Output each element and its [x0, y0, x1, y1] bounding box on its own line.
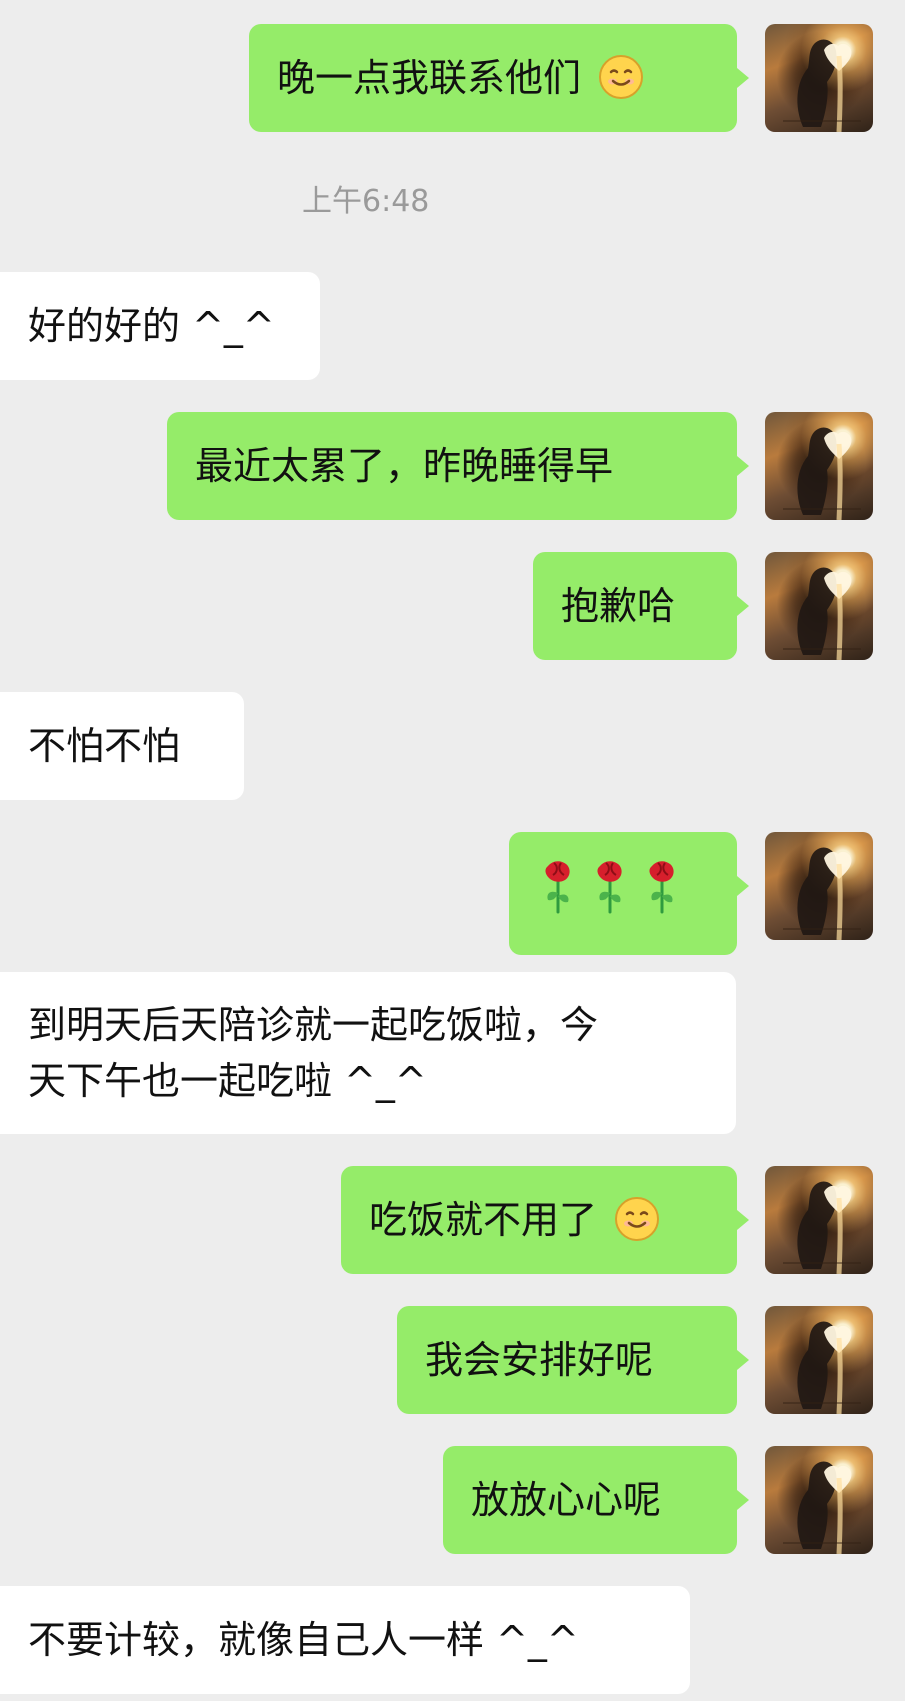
user-avatar[interactable]	[765, 24, 873, 132]
message-bubble[interactable]: 不要计较，就像自己人一样 ^_^	[0, 1586, 690, 1694]
message-bubble[interactable]: 晚一点我联系他们	[249, 24, 749, 132]
user-avatar[interactable]	[765, 412, 873, 520]
message-bubble[interactable]	[509, 832, 749, 955]
message-bubble[interactable]: 不怕不怕	[0, 692, 244, 800]
rose-emoji-group	[537, 858, 683, 914]
smiling-face-icon	[613, 1195, 661, 1243]
message-row-incoming: 到明天后天陪诊就一起吃饭啦，今 天下午也一起吃啦 ^_^	[0, 972, 905, 1134]
smiling-face-icon	[597, 53, 645, 101]
message-row-outgoing: 吃饭就不用了	[0, 1166, 905, 1274]
message-row-outgoing: 晚一点我联系他们	[0, 24, 905, 132]
user-avatar[interactable]	[765, 1306, 873, 1414]
message-bubble[interactable]: 吃饭就不用了	[341, 1166, 749, 1274]
message-row-outgoing: 抱歉哈	[0, 552, 905, 660]
user-avatar[interactable]	[765, 1166, 873, 1274]
user-avatar[interactable]	[765, 1446, 873, 1554]
rose-icon	[589, 858, 631, 914]
message-text: 好的好的 ^_^	[28, 304, 275, 348]
message-text: 不怕不怕	[28, 724, 181, 768]
message-text: 抱歉哈	[561, 584, 676, 628]
message-text: 我会安排好呢	[425, 1338, 654, 1382]
message-text: 放放心心呢	[471, 1478, 662, 1522]
message-row-incoming: 好的好的 ^_^	[0, 272, 905, 380]
message-row-incoming: 不怕不怕	[0, 692, 905, 800]
message-text: 吃饭就不用了	[369, 1198, 598, 1242]
message-row-outgoing: 我会安排好呢	[0, 1306, 905, 1414]
message-text: 晚一点我联系他们	[277, 56, 582, 100]
message-bubble[interactable]: 到明天后天陪诊就一起吃饭啦，今 天下午也一起吃啦 ^_^	[0, 972, 736, 1134]
chat-view: 晚一点我联系他们 上午6:48 好的好的 ^_^ 最近太累了，昨晚睡得早 抱歉哈…	[0, 0, 905, 1701]
message-bubble[interactable]: 最近太累了，昨晚睡得早	[167, 412, 749, 520]
message-text-line-1: 到明天后天陪诊就一起吃饭啦，今	[28, 1003, 599, 1047]
message-bubble[interactable]: 放放心心呢	[443, 1446, 749, 1554]
message-text: 不要计较，就像自己人一样 ^_^	[28, 1618, 579, 1662]
user-avatar[interactable]	[765, 552, 873, 660]
rose-icon	[641, 858, 683, 914]
message-bubble[interactable]: 好的好的 ^_^	[0, 272, 320, 380]
message-row-incoming: 不要计较，就像自己人一样 ^_^	[0, 1586, 905, 1694]
message-text-line-2: 天下午也一起吃啦 ^_^	[28, 1059, 427, 1103]
message-timestamp: 上午6:48	[302, 184, 430, 219]
user-avatar[interactable]	[765, 832, 873, 940]
message-row-outgoing: 放放心心呢	[0, 1446, 905, 1554]
rose-icon	[537, 858, 579, 914]
message-bubble[interactable]: 我会安排好呢	[397, 1306, 749, 1414]
message-text: 最近太累了，昨晚睡得早	[195, 444, 614, 488]
message-row-outgoing: 最近太累了，昨晚睡得早	[0, 412, 905, 520]
message-row-outgoing	[0, 832, 905, 955]
message-bubble[interactable]: 抱歉哈	[533, 552, 749, 660]
